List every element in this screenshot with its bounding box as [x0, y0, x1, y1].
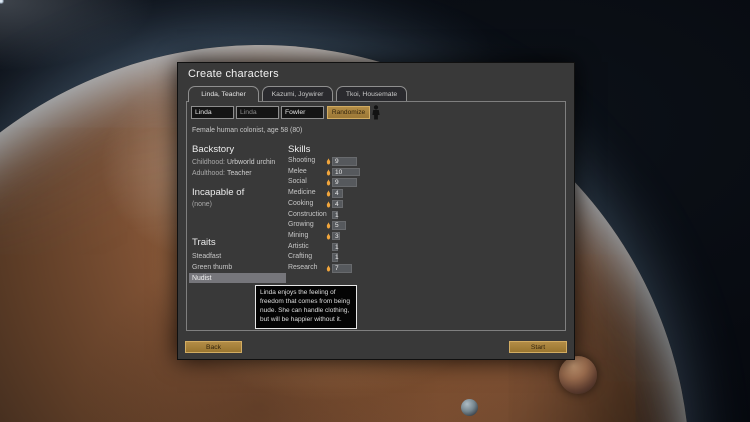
skill-value: 4 — [335, 190, 339, 198]
passion-flame-icon — [326, 190, 331, 197]
skill-label: Cooking — [288, 199, 314, 207]
skill-value: 4 — [335, 200, 339, 208]
randomize-button[interactable]: Randomize — [327, 106, 370, 119]
skill-label: Social — [288, 178, 307, 186]
passion-flame-icon — [326, 265, 331, 272]
skill-value: 10 — [335, 168, 343, 176]
create-characters-dialog: Create characters Linda, Teacher Kazumi, … — [177, 62, 575, 360]
moon-red — [559, 356, 597, 394]
last-name-input[interactable] — [281, 106, 324, 119]
skill-value: 1 — [335, 243, 339, 251]
passion-flame-icon — [326, 233, 331, 240]
skill-label: Research — [288, 264, 318, 271]
skill-value: 1 — [335, 211, 339, 219]
character-tab[interactable]: Linda, Teacher — [188, 86, 259, 102]
skill-value: 7 — [335, 265, 339, 272]
character-tabs: Linda, Teacher Kazumi, Joywirer Tkoi, Hous… — [188, 86, 407, 102]
skill-label: Mining — [288, 231, 309, 239]
trait-item[interactable]: Green thumb — [189, 262, 286, 272]
character-tab[interactable]: Tkoi, Housemate — [336, 86, 407, 101]
backstory-heading: Backstory — [192, 144, 235, 155]
skill-label: Crafting — [288, 253, 313, 261]
passion-flame-icon — [326, 168, 331, 176]
skill-value: 1 — [335, 254, 339, 262]
game-screen: Create characters Linda, Teacher Kazumi, … — [0, 0, 750, 422]
nickname-input[interactable] — [236, 106, 279, 119]
traits-heading: Traits — [192, 237, 216, 248]
backstory-label: Adulthood: — [192, 170, 225, 177]
first-name-input[interactable] — [191, 106, 234, 119]
skill-label: Melee — [288, 167, 307, 175]
passion-flame-icon — [326, 158, 331, 165]
skill-label: Growing — [288, 221, 314, 229]
skill-label: Shooting — [288, 157, 316, 164]
backstory-row: Adulthood: Teacher — [192, 170, 252, 177]
skill-value: 3 — [335, 232, 339, 240]
character-panel: Randomize Female human colonist, age 58 … — [186, 101, 566, 331]
trait-item[interactable]: Nudist — [189, 273, 286, 283]
passion-flame-icon — [326, 179, 331, 186]
passion-flame-icon — [326, 200, 331, 208]
colonist-body-icon — [372, 105, 380, 120]
backstory-value: Teacher — [227, 170, 252, 177]
dialog-title: Create characters — [188, 68, 279, 80]
colonist-summary: Female human colonist, age 58 (80) — [192, 127, 303, 134]
passion-flame-icon — [326, 222, 331, 229]
back-button[interactable]: Back — [185, 341, 242, 353]
skill-value: 5 — [335, 222, 339, 230]
character-tab[interactable]: Kazumi, Joywirer — [262, 86, 333, 101]
trait-tooltip: Linda enjoys the feeling of freedom that… — [255, 285, 357, 329]
star — [0, 0, 2, 2]
skill-label: Construction — [288, 210, 327, 218]
backstory-value: Urbworld urchin — [227, 159, 276, 166]
skill-value: 9 — [335, 158, 339, 165]
backstory-label: Childhood: — [192, 159, 225, 166]
start-button[interactable]: Start — [509, 341, 567, 353]
moon-gray — [461, 399, 478, 416]
trait-item[interactable]: Steadfast — [189, 251, 286, 261]
skill-value: 9 — [335, 179, 339, 187]
incapable-value: (none) — [192, 201, 212, 208]
skill-label: Medicine — [288, 189, 316, 197]
incapable-heading: Incapable of — [192, 187, 245, 198]
skill-label: Artistic — [288, 242, 309, 250]
skills-heading: Skills — [288, 144, 311, 155]
backstory-row: Childhood: Urbworld urchin — [192, 159, 275, 166]
